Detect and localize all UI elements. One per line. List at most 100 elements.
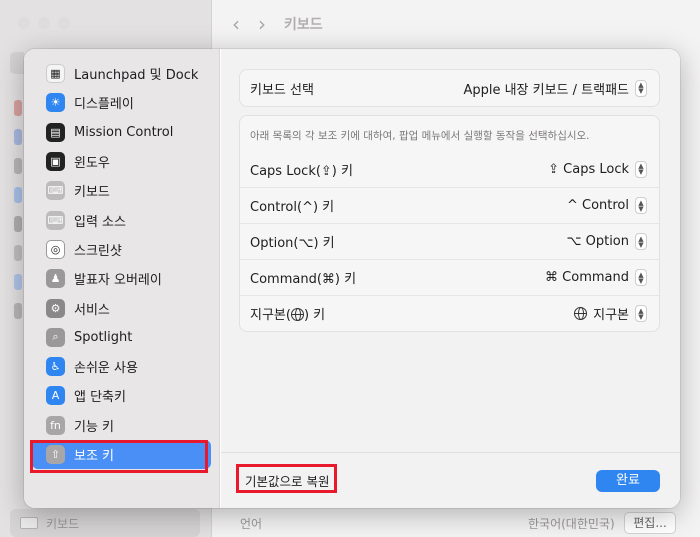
sidebar-item-label: Mission Control	[74, 124, 174, 140]
language-label: 언어	[240, 517, 263, 531]
sidebar-item-label: 디스플레이	[74, 97, 134, 113]
services-icon: ⚙	[46, 298, 65, 318]
app-shortcuts-icon: A	[46, 386, 65, 406]
spotlight-icon: ⌕	[46, 327, 65, 347]
sidebar-item-label: 입력 소스	[74, 214, 126, 230]
modifier-label-text: 지구본(	[250, 308, 291, 323]
sidebar-item[interactable]: ⌕ Spotlight	[32, 323, 211, 352]
sidebar-item[interactable]: fn 기능 키	[32, 411, 211, 440]
sidebar-item[interactable]: ♿ 손쉬운 사용	[32, 352, 211, 381]
globe-icon	[290, 308, 304, 321]
globe-icon	[574, 307, 588, 320]
sidebar-item-label: 키보드	[46, 516, 80, 531]
sidebar-item-keyboard[interactable]: 키보드	[10, 509, 200, 537]
modifier-label: 지구본( ) 키	[250, 304, 325, 323]
popup-chevrons-icon: ▲ ▼	[635, 160, 647, 178]
modifier-row: Command(⌘) 키 ⌘ Command ▲ ▼	[240, 259, 659, 295]
modifier-keys-sheet: ▦ Launchpad 및 Dock ☀ 디스플레이 ▤ Mission Control ▣…	[24, 49, 680, 508]
sidebar-item-label: 키보드	[74, 185, 110, 201]
highlight-box	[236, 464, 337, 493]
sidebar-item[interactable]: ◎ 스크린샷	[32, 235, 211, 264]
modifier-action-popup[interactable]: 지구본 ▲ ▼	[574, 304, 647, 323]
done-button[interactable]: 완료	[596, 470, 660, 492]
language-value: 한국어(대한민국)	[528, 517, 615, 531]
sidebar-item[interactable]: ♟ 발표자 오버레이	[32, 264, 211, 293]
modifier-action-value: ⇪ Caps Lock	[548, 161, 629, 177]
modifier-label: Control(^) 키	[250, 196, 334, 215]
sheet-footer: 기본값으로 복원 완료	[221, 452, 680, 508]
sidebar-item-label: 손쉬운 사용	[74, 361, 138, 377]
modifier-label: Caps Lock(⇪) 키	[250, 160, 353, 179]
modifier-row: Option(⌥) 키 ⌥ Option ▲ ▼	[240, 223, 659, 259]
modifier-action-value: ⌥ Option	[566, 234, 630, 249]
sidebar-item-label: 발표자 오버레이	[74, 273, 162, 289]
keyboard-select-row: 키보드 선택 Apple 내장 키보드 / 트랙패드 ▲ ▼	[240, 70, 659, 106]
close-window-button[interactable]	[18, 17, 30, 29]
modifier-keys-group: 아래 목록의 각 보조 키에 대하여, 팝업 메뉴에서 실행할 동작을 선택하십…	[239, 115, 660, 332]
sidebar-item[interactable]: ⌨ 키보드	[32, 176, 211, 205]
forward-chevron-icon[interactable]: ›	[258, 12, 266, 36]
edit-button[interactable]: 편집...	[624, 512, 676, 534]
background-sidebar-icons	[14, 100, 22, 332]
input-sources-icon: ⌨	[46, 210, 65, 230]
keyboard-select-label: 키보드 선택	[250, 82, 314, 98]
popup-chevrons-icon: ▲ ▼	[635, 197, 647, 214]
modifier-row: Control(^) 키 ^ Control ▲ ▼	[240, 187, 659, 223]
popup-chevrons-icon: ▲ ▼	[635, 269, 647, 286]
modifier-description: 아래 목록의 각 보조 키에 대하여, 팝업 메뉴에서 실행할 동작을 선택하십…	[250, 130, 590, 142]
accessibility-icon: ♿	[46, 357, 65, 377]
modifier-label-text: Command(⌘) 키	[250, 272, 357, 287]
sidebar-item[interactable]: ▤ Mission Control	[32, 118, 211, 147]
sidebar-item-label: 서비스	[74, 302, 110, 318]
sidebar-item-label: Spotlight	[74, 329, 133, 345]
sidebar-item[interactable]: ⌨ 입력 소스	[32, 205, 211, 234]
modifier-label-text: Caps Lock(⇪) 키	[250, 163, 353, 179]
back-chevron-icon[interactable]: ‹	[232, 12, 240, 36]
sidebar-item[interactable]: ⚙ 서비스	[32, 293, 211, 322]
sidebar-item[interactable]: A 앱 단축키	[32, 381, 211, 410]
sidebar-item-label: 기능 키	[74, 419, 115, 435]
toolbar: ‹ › 키보드	[212, 0, 700, 48]
modifier-action-value: 지구본	[593, 308, 629, 323]
modifier-label: Option(⌥) 키	[250, 232, 335, 251]
keyboard-icon: ⌨	[46, 181, 65, 201]
modifier-label-text: Control(^) 키	[250, 200, 335, 215]
keyboard-icon	[20, 517, 38, 529]
sidebar-item-label: 스크린샷	[74, 243, 122, 259]
popup-chevrons-icon: ▲ ▼	[635, 305, 647, 322]
modifier-label: Command(⌘) 키	[250, 268, 356, 287]
window-icon: ▣	[46, 152, 65, 172]
sidebar-item[interactable]: ▦ Launchpad 및 Dock	[32, 59, 211, 88]
keyboard-select-popup[interactable]: Apple 내장 키보드 / 트랙패드 ▲ ▼	[463, 79, 647, 98]
modifier-action-popup[interactable]: ⌘ Command ▲ ▼	[545, 269, 647, 286]
highlight-box	[30, 440, 208, 473]
modifier-action-popup[interactable]: ⇪ Caps Lock ▲ ▼	[548, 160, 647, 178]
sidebar-item[interactable]: ▣ 윈도우	[32, 147, 211, 176]
modifier-label-suffix: ) 키	[303, 308, 326, 323]
presenter-overlay-icon: ♟	[46, 269, 65, 289]
sidebar-item-label: Launchpad 및 Dock	[74, 68, 199, 84]
popup-chevrons-icon: ▲ ▼	[635, 233, 647, 250]
modifier-label-text: Option(⌥) 키	[250, 236, 335, 251]
modifier-row: 지구본( ) 키 지구본 ▲ ▼	[240, 295, 659, 331]
search-field[interactable]	[10, 52, 24, 74]
modifier-row: Caps Lock(⇪) 키 ⇪ Caps Lock ▲ ▼	[240, 151, 659, 187]
keyboard-select-group: 키보드 선택 Apple 내장 키보드 / 트랙패드 ▲ ▼	[239, 69, 660, 107]
modifier-action-popup[interactable]: ⌥ Option ▲ ▼	[566, 233, 647, 250]
function-keys-icon: fn	[46, 415, 65, 435]
popup-chevrons-icon: ▲ ▼	[635, 79, 647, 97]
screenshot-icon: ◎	[46, 239, 65, 259]
page-title: 키보드	[284, 17, 323, 33]
minimize-window-button[interactable]	[38, 17, 50, 29]
modifier-action-popup[interactable]: ^ Control ▲ ▼	[567, 197, 647, 214]
sidebar-item-label: 앱 단축키	[74, 390, 126, 406]
keyboard-select-value: Apple 내장 키보드 / 트랙패드	[463, 82, 629, 98]
sidebar-item-label: 윈도우	[74, 156, 110, 172]
zoom-window-button[interactable]	[58, 17, 70, 29]
modifier-action-value: ^ Control	[566, 198, 629, 213]
mission-control-icon: ▤	[46, 122, 65, 142]
sidebar-item[interactable]: ☀ 디스플레이	[32, 88, 211, 117]
launchpad-icon: ▦	[46, 64, 65, 84]
display-icon: ☀	[46, 93, 65, 113]
sheet-main: 키보드 선택 Apple 내장 키보드 / 트랙패드 ▲ ▼ 아래 목록의 각 보…	[221, 49, 680, 508]
